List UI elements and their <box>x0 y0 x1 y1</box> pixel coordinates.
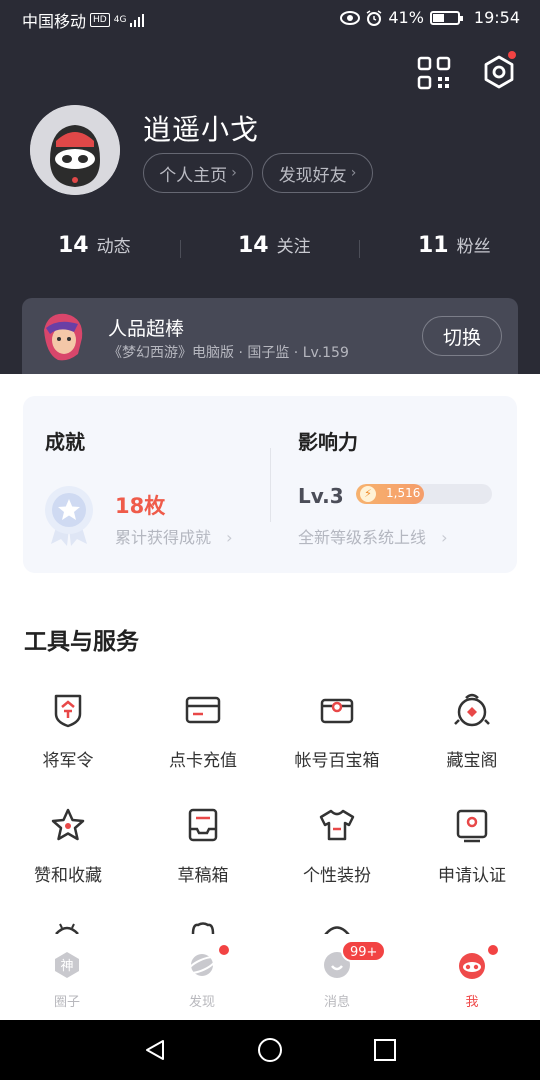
tab-label: 我 <box>465 995 479 1010</box>
game-role-title: 人品超棒 <box>108 318 185 340</box>
tool-label: 赞和收藏 <box>34 866 102 886</box>
tool-account-box[interactable]: 帐号百宝箱 <box>282 690 392 771</box>
find-friends-button[interactable]: 发现好友 › <box>262 153 373 193</box>
card-icon <box>185 696 221 724</box>
chevron-right-icon: › <box>350 165 357 181</box>
tool-label: 藏宝阁 <box>446 751 498 771</box>
recents-icon[interactable] <box>373 1038 397 1062</box>
battery-icon <box>429 10 463 25</box>
stat-following[interactable]: 14 关注 <box>238 232 311 258</box>
lightning-icon: ⚡ <box>360 486 376 502</box>
tool-personal-dressup[interactable]: 个性装扮 <box>282 805 392 886</box>
tool-label: 申请认证 <box>438 866 506 886</box>
message-count-badge: 99+ <box>341 940 387 962</box>
me-icon <box>459 953 485 979</box>
medal-icon <box>45 486 93 546</box>
tool-apply-certification[interactable]: 申请认证 <box>417 805 527 886</box>
game-character-avatar <box>44 313 83 361</box>
tool-label: 帐号百宝箱 <box>294 751 380 771</box>
chevron-right-icon: › <box>231 165 237 181</box>
qr-code-icon[interactable] <box>417 56 451 90</box>
stat-divider <box>359 240 360 258</box>
influence-level: Lv.3 <box>298 484 344 508</box>
stat-posts-label: 动态 <box>96 237 131 257</box>
stat-followers-label: 粉丝 <box>456 237 491 257</box>
planet-icon <box>187 954 217 976</box>
username: 逍遥小戈 <box>143 113 260 146</box>
back-icon[interactable] <box>143 1038 167 1062</box>
bottom-tab-bar: 神 圈子 发现 消息 我 <box>0 934 540 1020</box>
stat-posts-count: 14 <box>58 233 89 258</box>
achievement-heading: 成就 <box>45 430 85 454</box>
drafts-icon <box>188 808 218 842</box>
alarm-icon <box>366 9 382 26</box>
system-navigation-bar <box>0 1020 540 1080</box>
stat-divider <box>180 240 181 258</box>
tab-me[interactable]: 我 <box>432 950 512 1010</box>
tab-label: 发现 <box>188 995 215 1010</box>
achievement-influence-card: 成就 18枚 累计获得成就 › 影响力 Lv.3 ⚡ 1,516 全新等级系统上… <box>23 396 517 573</box>
certification-icon <box>456 809 488 843</box>
settings-notification-dot <box>508 51 516 59</box>
stat-following-label: 关注 <box>276 237 311 257</box>
tool-drafts[interactable]: 草稿箱 <box>148 805 258 886</box>
homepage-button-label: 个人主页 <box>159 165 228 186</box>
game-role-card[interactable]: 人品超棒 《梦幻西游》电脑版 · 国子监 · Lv.159 切换 <box>22 298 518 374</box>
treasure-pavilion-icon <box>454 693 490 727</box>
homepage-button[interactable]: 个人主页 › <box>143 153 253 193</box>
tool-likes-favorites[interactable]: 赞和收藏 <box>13 805 123 886</box>
stat-following-count: 14 <box>238 233 269 258</box>
stat-followers[interactable]: 11 粉丝 <box>418 232 491 258</box>
battery-percent: 41% <box>388 8 424 27</box>
tool-label: 个性装扮 <box>303 866 371 886</box>
tab-label: 消息 <box>323 995 350 1010</box>
stat-followers-count: 11 <box>418 233 449 258</box>
influence-points: 1,516 <box>386 486 421 500</box>
chevron-right-icon: › <box>226 528 233 547</box>
settings-icon[interactable] <box>481 54 517 90</box>
game-role-subtitle: 《梦幻西游》电脑版 · 国子监 · Lv.159 <box>108 345 349 361</box>
tshirt-icon <box>319 809 355 841</box>
achievement-description: 累计获得成就 <box>115 528 212 547</box>
clock-time: 19:54 <box>473 8 520 27</box>
tool-treasure-pavilion[interactable]: 藏宝阁 <box>417 690 527 771</box>
chevron-right-icon: › <box>441 528 448 547</box>
tab-circle[interactable]: 神 圈子 <box>27 950 107 1010</box>
discover-notification-dot <box>219 945 229 955</box>
influence-description: 全新等级系统上线 <box>298 528 427 547</box>
influence-link[interactable]: 全新等级系统上线 › <box>298 524 448 548</box>
avatar-ninja-icon <box>30 105 120 195</box>
star-icon <box>51 808 85 841</box>
treasure-box-icon <box>320 698 354 724</box>
card-divider <box>270 448 271 522</box>
tool-general-token[interactable]: 将军令 <box>13 690 123 771</box>
tools-section-title: 工具与服务 <box>24 629 139 655</box>
token-shield-icon <box>54 694 82 728</box>
carrier-label: 中国移动 <box>22 12 87 31</box>
svg-text:神: 神 <box>60 959 73 974</box>
network-type: 4G <box>113 14 127 25</box>
tool-label: 将军令 <box>42 751 94 771</box>
tool-label: 草稿箱 <box>177 866 229 886</box>
home-icon[interactable] <box>257 1037 283 1063</box>
eye-icon <box>340 10 361 25</box>
avatar[interactable] <box>30 105 120 195</box>
stat-posts[interactable]: 14 动态 <box>58 232 131 258</box>
signal-icon <box>130 13 145 27</box>
tab-label: 圈子 <box>53 995 80 1010</box>
influence-progress-bar: ⚡ 1,516 <box>356 484 492 504</box>
influence-heading: 影响力 <box>298 430 358 454</box>
tool-card-recharge[interactable]: 点卡充值 <box>148 690 258 771</box>
achievement-count: 18枚 <box>115 494 166 518</box>
tab-discover[interactable]: 发现 <box>162 950 242 1010</box>
tool-label: 点卡充值 <box>169 751 237 771</box>
achievement-link[interactable]: 累计获得成就 › <box>115 524 233 548</box>
me-notification-dot <box>488 945 498 955</box>
find-friends-label: 发现好友 <box>278 165 347 186</box>
status-bar: 中国移动 HD 4G 41% 19:54 <box>0 0 540 36</box>
circle-god-icon: 神 <box>55 952 79 978</box>
switch-role-button[interactable]: 切换 <box>422 316 502 356</box>
hd-badge: HD <box>90 13 110 27</box>
